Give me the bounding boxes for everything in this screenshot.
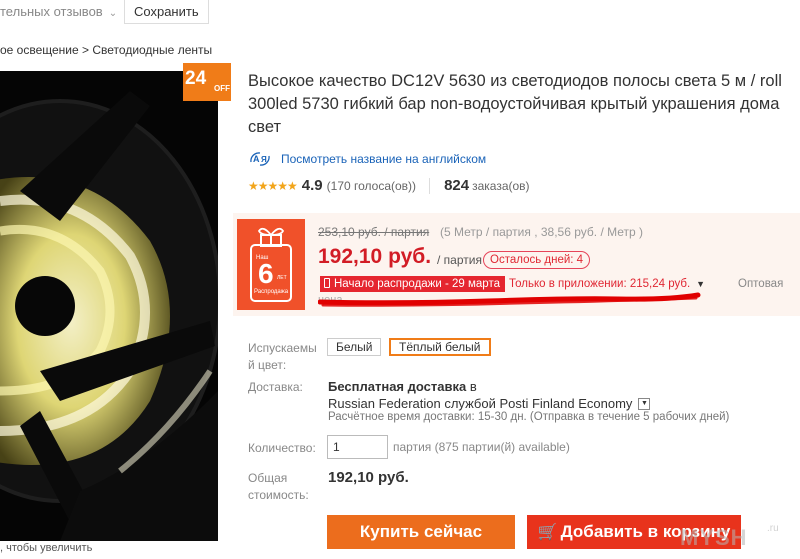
total-label: Общая стоимость: bbox=[248, 471, 309, 502]
reviews-filter[interactable]: тельных отзывов ⌄ bbox=[0, 4, 117, 19]
watermark-suffix: .ru bbox=[767, 523, 779, 534]
translate-link[interactable]: A Я Посмотреть название на английском bbox=[248, 150, 486, 168]
app-price-dropdown[interactable]: Только в приложении: 215,24 руб. ▼ bbox=[509, 278, 705, 290]
discount-percent: 24 bbox=[185, 68, 207, 89]
product-title: Высокое качество DC12V 5630 из светодиод… bbox=[248, 72, 782, 136]
promo-logo-line2: Распродажа bbox=[254, 289, 289, 295]
color-option-warm-white[interactable]: Тёплый белый bbox=[389, 338, 491, 356]
dropdown-icon[interactable]: ▼ bbox=[638, 397, 651, 410]
translate-link-label: Посмотреть название на английском bbox=[281, 152, 487, 166]
price-unit: / партия bbox=[437, 253, 482, 267]
delivery-estimate: Расчётное время доставки: 15-30 дн. (Отп… bbox=[328, 411, 730, 423]
orders-label: заказа(ов) bbox=[472, 178, 530, 193]
quantity-label: Количество: bbox=[248, 441, 316, 455]
days-left-badge: Осталось дней: 4 bbox=[483, 251, 591, 269]
rating-score: 4.9 bbox=[301, 177, 323, 194]
svg-text:Я: Я bbox=[261, 155, 267, 164]
red-scribble-mark bbox=[318, 292, 701, 307]
shipping-to-word: в bbox=[469, 379, 477, 394]
cart-icon: 🛒 bbox=[537, 524, 558, 541]
led-reel-image bbox=[0, 71, 218, 541]
phone-icon bbox=[324, 278, 330, 288]
rating-row: ★★★★★ 4.9 (170 голоса(ов)) 824 заказа(ов… bbox=[248, 177, 530, 194]
rating-votes[interactable]: (170 голоса(ов)) bbox=[327, 179, 416, 193]
reviews-filter-label: тельных отзывов bbox=[0, 4, 103, 19]
quantity-availability: партия (875 партии(й) available) bbox=[393, 440, 570, 454]
chevron-down-icon: ⌄ bbox=[108, 8, 118, 19]
top-bar: тельных отзывов ⌄ Сохранить bbox=[0, 0, 800, 27]
buy-now-button[interactable]: Купить сейчас bbox=[327, 515, 515, 549]
discount-badge: 24 OFF bbox=[183, 63, 231, 101]
divider bbox=[429, 177, 431, 194]
current-price: 192,10 руб. bbox=[318, 245, 432, 268]
product-image[interactable] bbox=[0, 71, 218, 541]
shipping-label: Доставка: bbox=[248, 380, 303, 394]
color-option-white[interactable]: Белый bbox=[327, 338, 382, 356]
shipping-method[interactable]: Russian Federation службой Posti Finland… bbox=[328, 396, 651, 411]
sale-start-text: Начало распродажи - 29 марта bbox=[334, 278, 500, 290]
promo-logo-big: 6 bbox=[258, 258, 274, 289]
svg-text:A: A bbox=[253, 154, 260, 164]
sale-promo-logo: Наш 6 ЛЕТ Распродажа bbox=[237, 219, 305, 310]
caret-down-icon: ▼ bbox=[696, 279, 706, 289]
discount-off-label: OFF bbox=[214, 84, 230, 93]
old-price: 253,10 руб. / партия bbox=[318, 225, 430, 239]
zoom-hint: , чтобы увеличить bbox=[0, 542, 93, 554]
free-shipping-text: Бесплатная доставка bbox=[328, 379, 467, 394]
color-label: Испускаемы й цвет: bbox=[248, 341, 317, 372]
star-rating-icon: ★★★★★ bbox=[248, 178, 298, 193]
watermark: MYSH bbox=[680, 525, 748, 550]
promo-logo-side: ЛЕТ bbox=[277, 275, 287, 281]
quantity-input[interactable] bbox=[327, 435, 388, 459]
total-price: 192,10 руб. bbox=[328, 469, 409, 486]
app-price-text: Только в приложении: 215,24 руб. bbox=[509, 278, 691, 290]
save-button[interactable]: Сохранить bbox=[124, 0, 209, 24]
translate-icon: A Я bbox=[250, 152, 270, 166]
wholesale-link[interactable]: Оптовая bbox=[738, 278, 783, 290]
breadcrumb[interactable]: ое освещение > Светодиодные ленты bbox=[0, 43, 212, 57]
orders-count: 824 bbox=[444, 177, 470, 194]
unit-info: (5 Метр / партия , 38,56 руб. / Метр ) bbox=[440, 225, 644, 239]
shipping-method-text: Russian Federation службой Posti Finland… bbox=[328, 396, 633, 411]
free-shipping: Бесплатная доставка в bbox=[328, 379, 477, 394]
